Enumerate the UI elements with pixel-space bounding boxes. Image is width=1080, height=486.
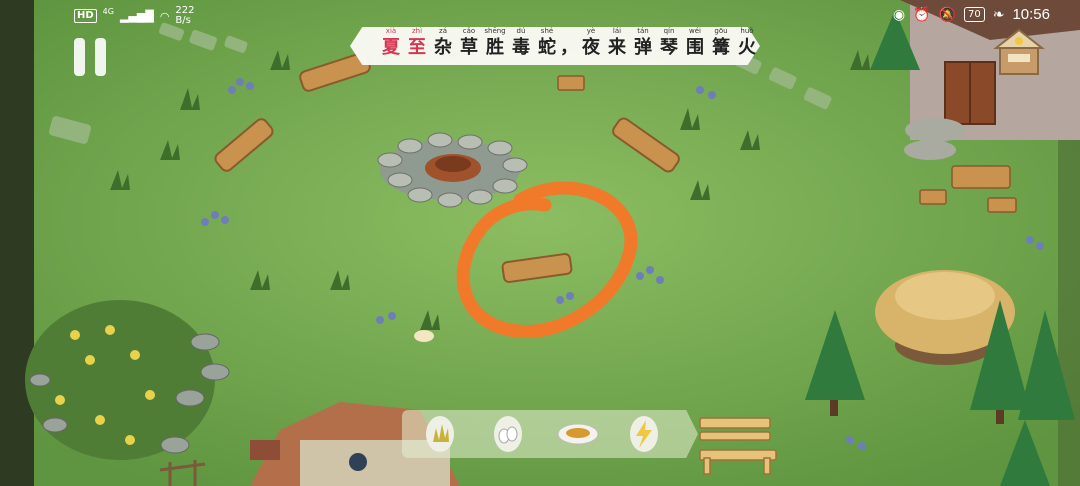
pinyin-label: shēng bbox=[484, 27, 506, 35]
poem-text: xià 夏 zhì 至 zá 杂 cǎo 草 shēng 胜 dú 毒 shé 蛇， yè 夜 lái 来 tán 弹… bbox=[378, 26, 760, 60]
hanzi-label: 来 bbox=[608, 37, 626, 58]
poem-char: shēng 胜 bbox=[482, 26, 508, 60]
hanzi-label: ， bbox=[560, 37, 578, 58]
pinyin-label: cǎo bbox=[462, 27, 476, 35]
poem-char: dú 毒 bbox=[508, 26, 534, 60]
poem-char: tán 弹 bbox=[630, 26, 656, 60]
poem-char: lái 来 bbox=[604, 26, 630, 60]
white-eggs-icon[interactable] bbox=[488, 412, 528, 454]
leaf-icon: ❧ bbox=[992, 6, 1005, 23]
poem-char: ， bbox=[560, 26, 578, 60]
hanzi-label: 琴 bbox=[660, 37, 678, 58]
pinyin-label: xià bbox=[385, 27, 397, 35]
pause-bar-icon bbox=[95, 38, 106, 76]
hanzi-label: 弹 bbox=[634, 37, 652, 58]
poem-char: yè 夜 bbox=[578, 26, 604, 60]
alarm-icon: ⏰ bbox=[913, 6, 931, 23]
poem-char: gōu 篝 bbox=[708, 26, 734, 60]
pinyin-label: zhì bbox=[411, 27, 423, 35]
pinyin-label: yè bbox=[586, 27, 596, 35]
network-indicator: 4G bbox=[102, 6, 114, 16]
poem-banner: xià 夏 zhì 至 zá 杂 cǎo 草 shēng 胜 dú 毒 shé 蛇， yè 夜 lái 来 tán 弹… bbox=[350, 17, 760, 69]
poem-char: cǎo 草 bbox=[456, 26, 482, 60]
hanzi-label: 至 bbox=[408, 37, 426, 58]
wifi-icon: ◠ bbox=[159, 9, 170, 23]
hanzi-label: 火 bbox=[738, 37, 756, 58]
pinyin-label: qín bbox=[663, 27, 675, 35]
hanzi-label: 胜 bbox=[486, 37, 504, 58]
pinyin-label: wéi bbox=[689, 27, 701, 35]
food-plate-icon[interactable] bbox=[556, 412, 600, 454]
signal-icon: ▂▄▆█ bbox=[119, 9, 154, 23]
battery-indicator: 70 bbox=[963, 7, 985, 22]
poem-char: shé 蛇 bbox=[534, 26, 560, 60]
mute-bell-icon: 🔕 bbox=[938, 6, 956, 23]
poem-char: huǒ 火 bbox=[734, 26, 760, 60]
poem-char: wéi 围 bbox=[682, 26, 708, 60]
hanzi-label: 夜 bbox=[582, 37, 600, 58]
pause-button[interactable] bbox=[74, 38, 118, 78]
pinyin-label: zá bbox=[439, 27, 447, 35]
poem-char: qín 琴 bbox=[656, 26, 682, 60]
poem-char: xià 夏 bbox=[378, 26, 404, 60]
pinyin-label: gōu bbox=[714, 27, 728, 35]
hanzi-label: 草 bbox=[460, 37, 478, 58]
hd-indicator: HD bbox=[74, 9, 97, 23]
eye-icon: ◉ bbox=[892, 6, 906, 23]
pinyin-label: lái bbox=[612, 27, 622, 35]
poem-char: zhì 至 bbox=[404, 26, 430, 60]
home-icon[interactable] bbox=[990, 28, 1048, 76]
pinyin-label: shé bbox=[540, 27, 554, 35]
pinyin-label: dú bbox=[516, 27, 526, 35]
grass-egg-icon[interactable] bbox=[420, 412, 460, 454]
hanzi-label: 篝 bbox=[712, 37, 730, 58]
hanzi-label: 蛇 bbox=[538, 37, 556, 58]
pause-bar-icon bbox=[74, 38, 85, 76]
network-speed: 222 B/s bbox=[175, 5, 195, 26]
hanzi-label: 毒 bbox=[512, 37, 530, 58]
hanzi-label: 夏 bbox=[382, 37, 400, 58]
hanzi-label: 围 bbox=[686, 37, 704, 58]
pinyin-label: huǒ bbox=[740, 27, 754, 35]
pinyin-label: tán bbox=[637, 27, 649, 35]
clock: 10:56 bbox=[1012, 6, 1050, 23]
hanzi-label: 杂 bbox=[434, 37, 452, 58]
poem-char: zá 杂 bbox=[430, 26, 456, 60]
lightning-egg-icon[interactable] bbox=[624, 412, 664, 454]
small-animal bbox=[414, 330, 434, 342]
